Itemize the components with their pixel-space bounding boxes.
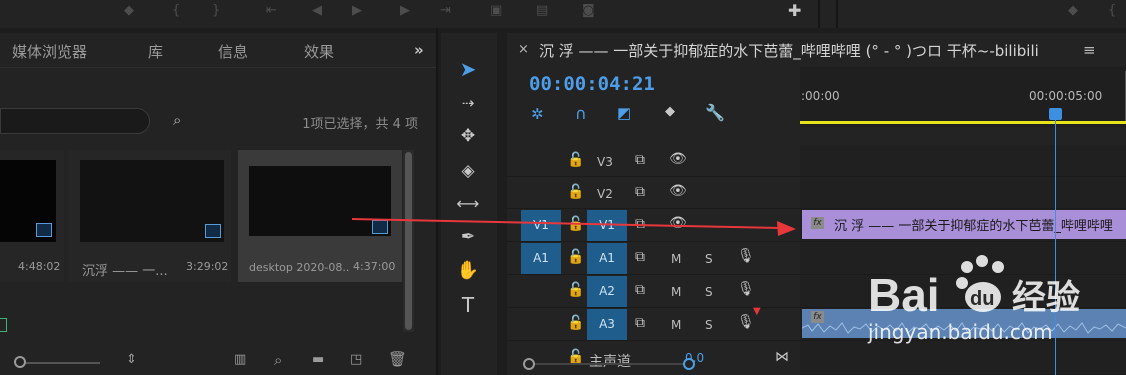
svg-text:经验: 经验 bbox=[1012, 278, 1080, 318]
premiere-window: ◆ { } ⇤ ◀ ▶ ▶ ⇥ ▣ ▤ ◙ ✚ ◆ { 媒体浏览器 库 信息 效… bbox=[0, 0, 1126, 375]
watermark-url: jingyan.baidu.com bbox=[868, 320, 1053, 344]
svg-text:du: du bbox=[970, 288, 994, 310]
svg-text:Bai: Bai bbox=[868, 269, 940, 321]
